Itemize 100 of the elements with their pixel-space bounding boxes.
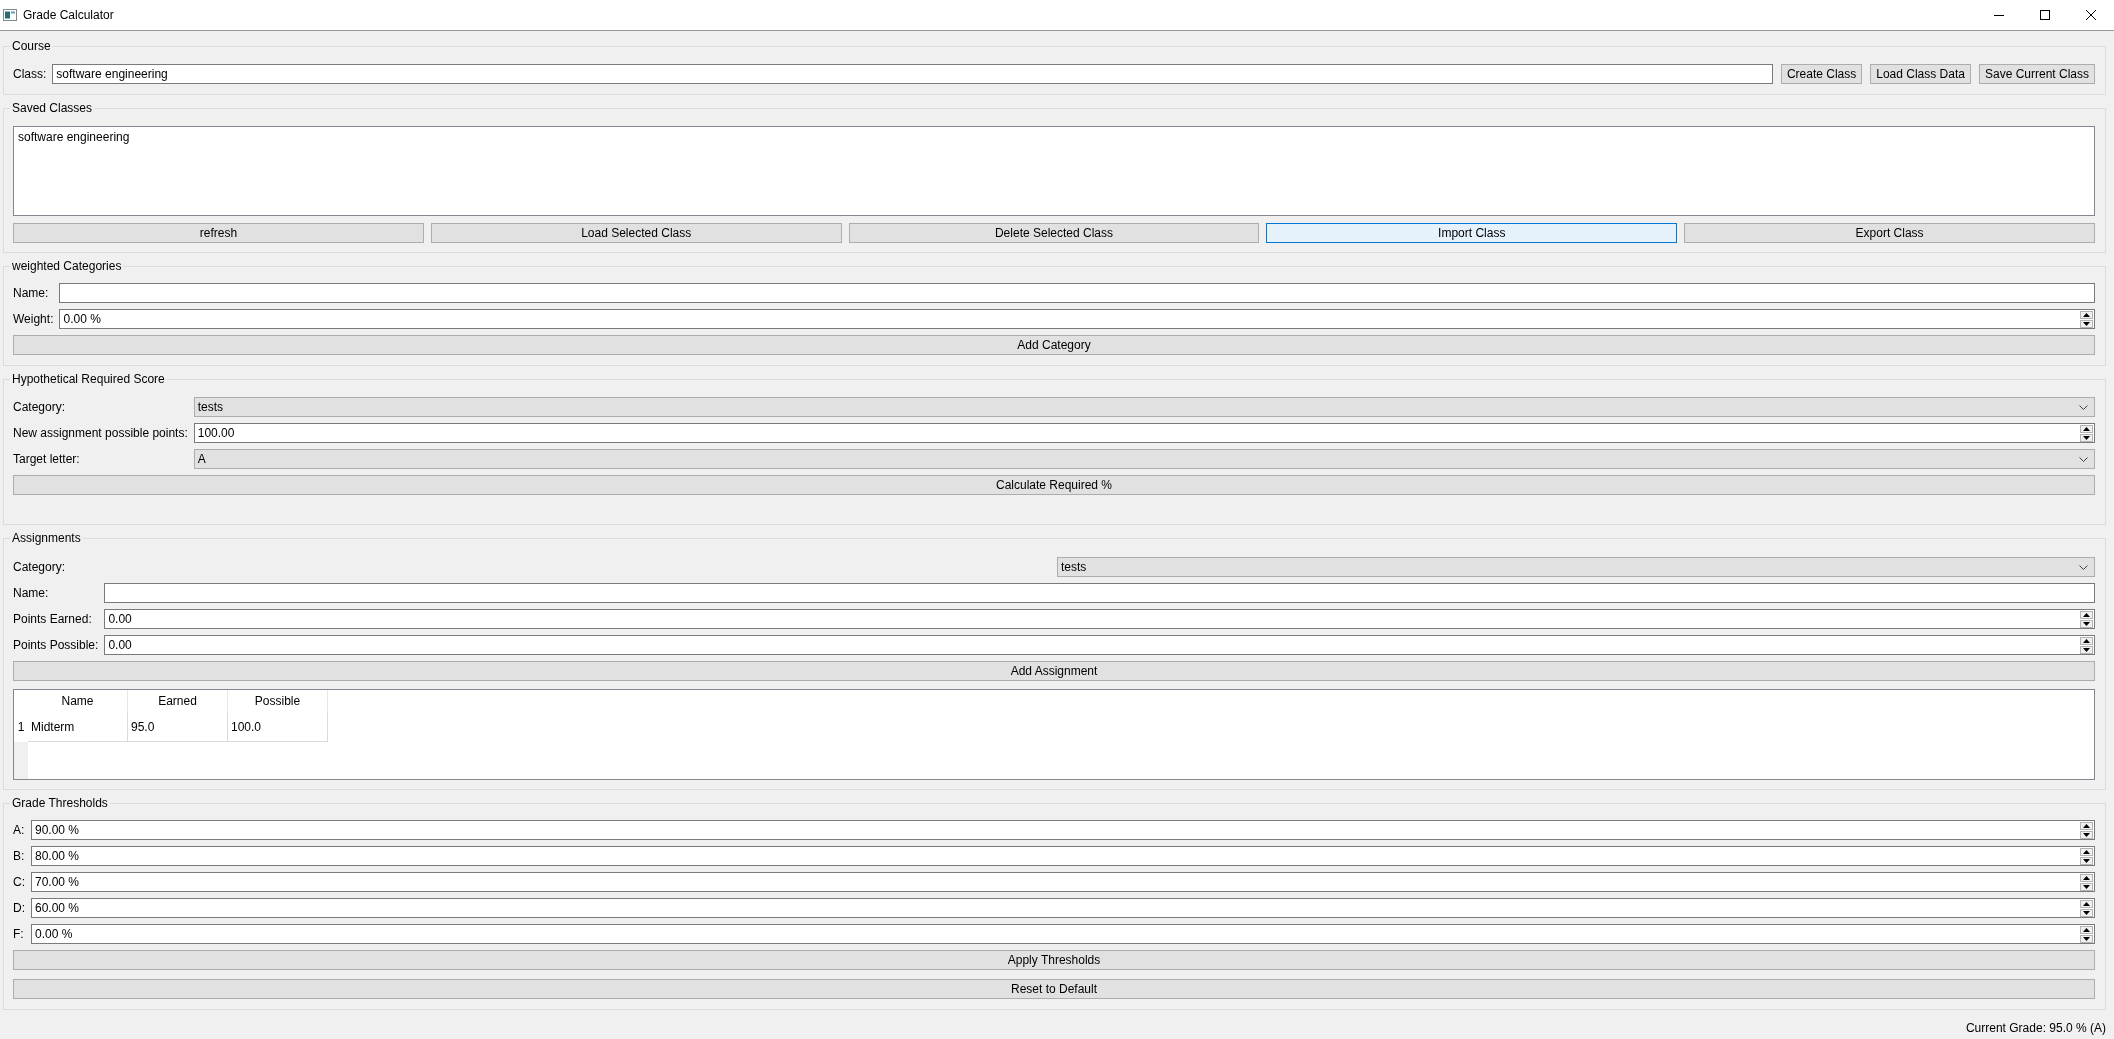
field-label: Name: bbox=[13, 286, 49, 300]
up-triangle-icon bbox=[2083, 875, 2090, 880]
column-header[interactable]: Earned bbox=[128, 690, 228, 713]
group-title: Assignments bbox=[11, 531, 82, 545]
spin-box[interactable]: 0.00 bbox=[104, 609, 2095, 629]
group-title: weighted Categories bbox=[11, 259, 123, 273]
table-cell: 95.0 bbox=[128, 713, 228, 742]
spin-box[interactable]: 70.00 % bbox=[31, 872, 2095, 892]
spin-down-button[interactable] bbox=[2080, 619, 2093, 628]
load-class-data-button[interactable]: Load Class Data bbox=[1870, 64, 1971, 84]
down-triangle-icon bbox=[2083, 936, 2090, 941]
table-cell: Midterm bbox=[28, 713, 128, 742]
table-cell: 100.0 bbox=[228, 713, 328, 742]
down-triangle-icon bbox=[2083, 884, 2090, 889]
chevron-down-icon bbox=[2079, 456, 2088, 462]
row-header-background bbox=[14, 742, 28, 779]
text-field[interactable] bbox=[59, 283, 2095, 303]
field-label: Class: bbox=[13, 67, 47, 81]
close-icon[interactable] bbox=[2086, 10, 2096, 20]
maximize-icon[interactable] bbox=[2040, 10, 2050, 20]
add-category-button[interactable]: Add Category bbox=[13, 335, 2095, 355]
save-current-class-button[interactable]: Save Current Class bbox=[1978, 64, 2095, 84]
spin-down-button[interactable] bbox=[2080, 645, 2093, 654]
up-triangle-icon bbox=[2083, 901, 2090, 906]
up-triangle-icon bbox=[2083, 426, 2090, 431]
import-class-button[interactable]: Import Class bbox=[1266, 223, 1678, 243]
down-triangle-icon bbox=[2083, 435, 2090, 440]
column-header[interactable]: Possible bbox=[228, 690, 328, 713]
window-title: Grade Calculator bbox=[23, 8, 114, 22]
field-label: Name: bbox=[13, 586, 49, 600]
group-title: Course bbox=[11, 39, 52, 53]
spin-up-button[interactable] bbox=[2080, 610, 2093, 619]
up-triangle-icon bbox=[2083, 312, 2090, 317]
up-triangle-icon bbox=[2083, 612, 2090, 617]
spin-box[interactable]: 0.00 % bbox=[59, 309, 2095, 329]
refresh-button[interactable]: refresh bbox=[13, 223, 424, 243]
current-grade-text: Current Grade: 95.0 % (A) bbox=[1965, 1021, 2106, 1035]
field-label: New assignment possible points: bbox=[13, 426, 188, 440]
text-field[interactable] bbox=[104, 583, 2095, 603]
text-field[interactable]: software engineering bbox=[52, 64, 1773, 84]
up-triangle-icon bbox=[2083, 638, 2090, 643]
spin-box[interactable]: 100.00 bbox=[193, 423, 2095, 443]
reset-to-default-button[interactable]: Reset to Default bbox=[13, 979, 2095, 999]
spin-up-button[interactable] bbox=[2080, 310, 2093, 319]
down-triangle-icon bbox=[2083, 321, 2090, 326]
calculate-required-button[interactable]: Calculate Required % bbox=[13, 475, 2095, 495]
down-triangle-icon bbox=[2083, 832, 2090, 837]
chevron-down-icon bbox=[2079, 564, 2088, 570]
spin-up-button[interactable] bbox=[2080, 636, 2093, 645]
up-triangle-icon bbox=[2083, 927, 2090, 932]
up-triangle-icon bbox=[2083, 849, 2090, 854]
export-class-button[interactable]: Export Class bbox=[1684, 223, 2095, 243]
field-label: Category: bbox=[13, 560, 66, 574]
spin-down-button[interactable] bbox=[2080, 830, 2093, 839]
add-assignment-button[interactable]: Add Assignment bbox=[13, 661, 2095, 681]
group-title: Grade Thresholds bbox=[11, 796, 109, 810]
spin-up-button[interactable] bbox=[2080, 847, 2093, 856]
spin-up-button[interactable] bbox=[2080, 424, 2093, 433]
spin-down-button[interactable] bbox=[2080, 433, 2093, 442]
down-triangle-icon bbox=[2083, 621, 2090, 626]
spin-box[interactable]: 0.00 % bbox=[31, 924, 2095, 944]
delete-selected-class-button[interactable]: Delete Selected Class bbox=[848, 223, 1260, 243]
down-triangle-icon bbox=[2083, 647, 2090, 652]
spin-box[interactable]: 60.00 % bbox=[31, 898, 2095, 918]
dropdown[interactable]: A bbox=[193, 449, 2095, 469]
spin-box[interactable]: 80.00 % bbox=[31, 846, 2095, 866]
spin-down-button[interactable] bbox=[2080, 934, 2093, 943]
spin-down-button[interactable] bbox=[2080, 908, 2093, 917]
apply-thresholds-button[interactable]: Apply Thresholds bbox=[13, 950, 2095, 970]
load-selected-class-button[interactable]: Load Selected Class bbox=[430, 223, 842, 243]
column-header[interactable]: Name bbox=[28, 690, 128, 713]
create-class-button[interactable]: Create Class bbox=[1780, 64, 1863, 84]
field-label: A: bbox=[13, 823, 25, 837]
spin-up-button[interactable] bbox=[2080, 925, 2093, 934]
up-triangle-icon bbox=[2083, 823, 2090, 828]
spin-up-button[interactable] bbox=[2080, 873, 2093, 882]
field-label: F: bbox=[13, 927, 24, 941]
dropdown[interactable]: tests bbox=[193, 397, 2095, 417]
spin-up-button[interactable] bbox=[2080, 821, 2093, 830]
group-title: Saved Classes bbox=[11, 101, 94, 115]
row-number: 1 bbox=[16, 719, 26, 736]
dropdown[interactable]: tests bbox=[1057, 557, 2095, 577]
window-icon bbox=[3, 9, 17, 21]
field-label: B: bbox=[13, 849, 25, 863]
spin-down-button[interactable] bbox=[2080, 319, 2093, 328]
down-triangle-icon bbox=[2083, 858, 2090, 863]
spin-down-button[interactable] bbox=[2080, 882, 2093, 891]
field-label: Target letter: bbox=[13, 452, 80, 466]
list-item[interactable]: software engineering bbox=[14, 129, 134, 145]
chevron-down-icon bbox=[2079, 404, 2088, 410]
group-title: Hypothetical Required Score bbox=[11, 372, 166, 386]
spin-box[interactable]: 90.00 % bbox=[31, 820, 2095, 840]
spin-down-button[interactable] bbox=[2080, 856, 2093, 865]
spin-box[interactable]: 0.00 bbox=[104, 635, 2095, 655]
minimize-icon[interactable] bbox=[1994, 14, 2004, 16]
spin-up-button[interactable] bbox=[2080, 899, 2093, 908]
field-label: Weight: bbox=[13, 312, 54, 326]
field-label: Points Earned: bbox=[13, 612, 92, 626]
field-label: Category: bbox=[13, 400, 66, 414]
field-label: D: bbox=[13, 901, 25, 915]
